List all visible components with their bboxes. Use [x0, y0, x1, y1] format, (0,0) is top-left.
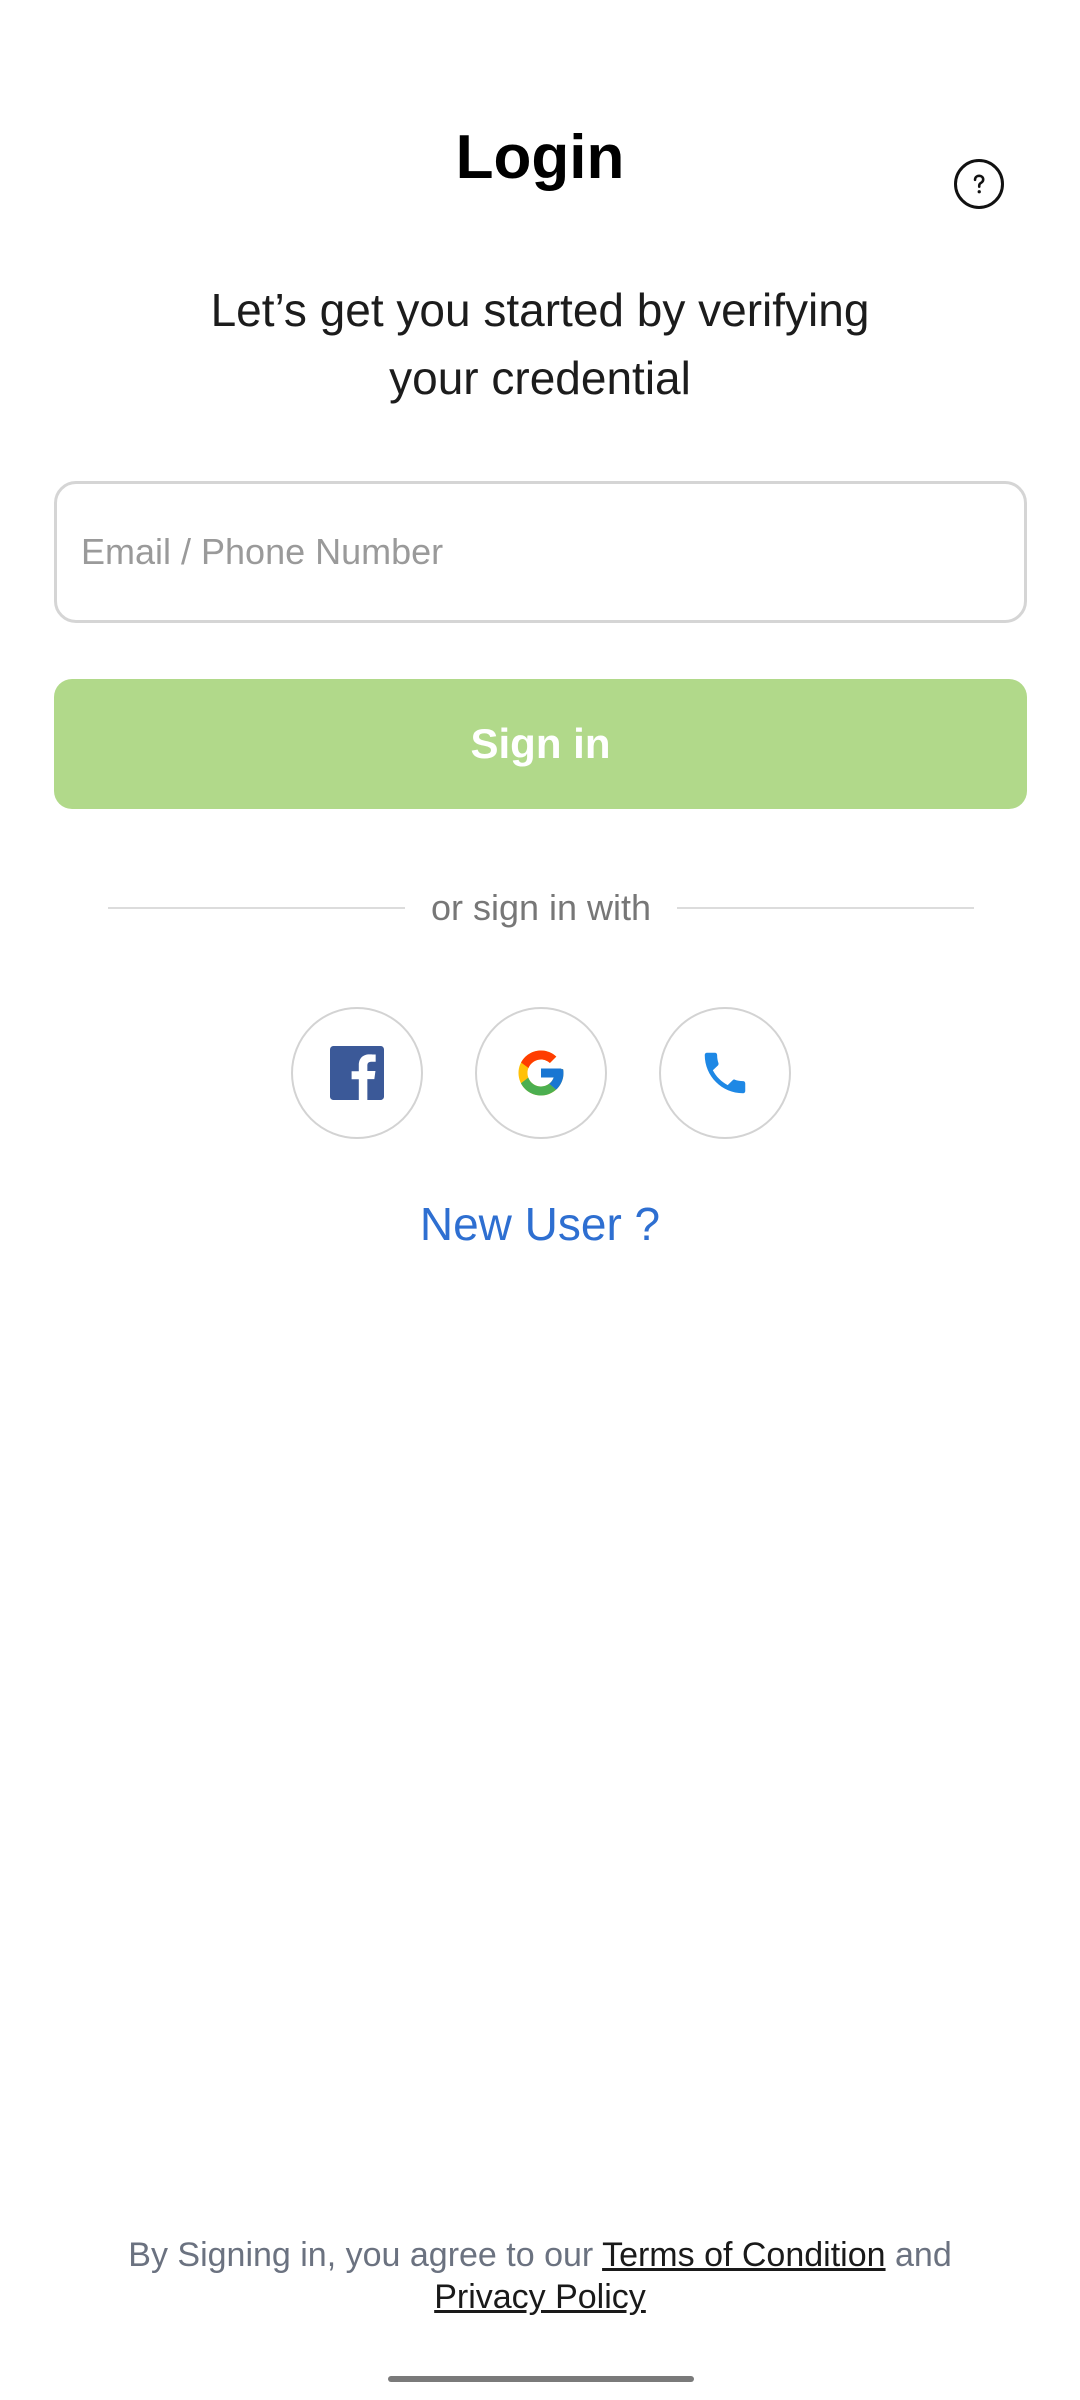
google-icon [518, 1050, 564, 1096]
help-button[interactable] [954, 159, 1004, 209]
footer-conjunction: and [895, 2236, 952, 2274]
login-screen: Login Let’s get you started by verifying… [0, 0, 1080, 2400]
facebook-login-button[interactable] [291, 1007, 423, 1139]
facebook-icon [330, 1046, 384, 1100]
help-circle-icon [973, 174, 985, 194]
page-title: Login [455, 123, 625, 192]
subtitle-line-1: Let’s get you started by verifying [210, 284, 870, 336]
phone-icon [704, 1052, 746, 1094]
social-login-row [291, 1007, 791, 1139]
new-user-link[interactable]: New User ? [0, 1192, 1080, 1256]
divider-line-left [108, 907, 405, 909]
social-divider: or sign in with [108, 880, 975, 936]
sign-in-button[interactable]: Sign in [54, 679, 1027, 809]
terms-footer: By Signing in, you agree to our Terms of… [60, 2234, 1020, 2318]
google-login-button[interactable] [475, 1007, 607, 1139]
subtitle: Let’s get you started by verifying your … [140, 276, 940, 412]
divider-line-right [677, 907, 975, 909]
privacy-policy-link[interactable]: Privacy Policy [434, 2278, 646, 2316]
home-indicator[interactable] [388, 2376, 694, 2382]
email-phone-input[interactable] [54, 481, 1027, 623]
subtitle-line-2: your credential [389, 352, 691, 404]
terms-link[interactable]: Terms of Condition [602, 2236, 885, 2274]
footer-prefix: By Signing in, you agree to our [128, 2236, 594, 2274]
phone-login-button[interactable] [659, 1007, 791, 1139]
divider-text: or sign in with [430, 887, 652, 928]
